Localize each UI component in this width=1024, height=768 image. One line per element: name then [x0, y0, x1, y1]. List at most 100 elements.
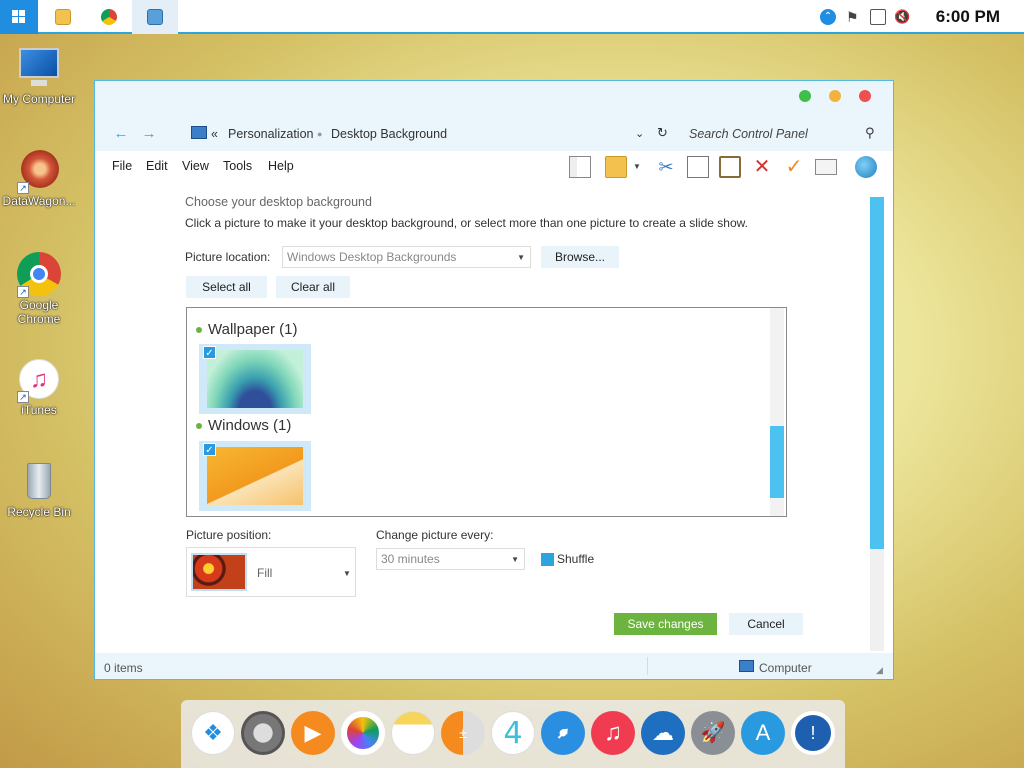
content-area: Choose your desktop background Click a p…	[95, 181, 893, 653]
clear-all-button[interactable]: Clear all	[276, 276, 350, 298]
settings-gear-icon[interactable]	[241, 711, 285, 755]
desktop-icon-itunes[interactable]: ♫ ↗ iTunes	[0, 357, 79, 417]
scrollbar-thumb[interactable]	[770, 426, 784, 498]
delete-icon[interactable]: ✕	[751, 156, 773, 178]
forward-arrow-icon[interactable]: →	[139, 124, 159, 144]
checkmark-icon[interactable]: ✓	[783, 156, 805, 178]
change-picture-select[interactable]: 30 minutes ▼	[376, 548, 525, 570]
control-panel-icon	[147, 9, 163, 25]
save-changes-button[interactable]: Save changes	[614, 613, 717, 635]
shortcut-arrow-icon: ↗	[17, 286, 29, 298]
wallpaper-thumbnail[interactable]: ✓	[199, 344, 311, 414]
clock[interactable]: 6:00 PM	[936, 7, 1000, 27]
desktop-icon-google-chrome[interactable]: ↗ Google Chrome	[0, 252, 79, 326]
group-title-windows[interactable]: Windows (1)	[208, 417, 291, 434]
cut-icon[interactable]: ✂	[655, 156, 677, 178]
volume-muted-icon[interactable]: 🔇	[894, 9, 910, 25]
chevron-down-icon: ▼	[343, 569, 351, 578]
menu-file[interactable]: File	[112, 159, 132, 173]
taskbar-chrome[interactable]	[86, 0, 132, 34]
shuffle-checkbox[interactable]	[541, 553, 554, 566]
address-bar: ← → « Personalization ● Desktop Backgrou…	[105, 121, 885, 147]
back-arrow-icon[interactable]: ←	[111, 124, 131, 144]
1password-icon[interactable]: !	[791, 711, 835, 755]
status-location: Computer	[759, 661, 812, 675]
desktop-icon-label: Google Chrome	[17, 298, 61, 326]
flower-preview-image	[191, 553, 247, 591]
taskbar: ⌃ ⚑ 🔇 6:00 PM	[0, 0, 1024, 34]
taskbar-control-panel[interactable]	[132, 0, 178, 34]
photos-icon[interactable]	[341, 711, 385, 755]
cancel-button[interactable]: Cancel	[729, 613, 803, 635]
globe-icon[interactable]	[855, 156, 877, 178]
dropdown-arrow-icon[interactable]: ▼	[633, 156, 643, 178]
notes-icon[interactable]	[391, 711, 435, 755]
checkbox-checked-icon[interactable]: ✓	[203, 443, 216, 456]
desktop-icon-label: iTunes	[21, 403, 57, 417]
desktop-icon-label: My Computer	[2, 92, 76, 106]
select-all-button[interactable]: Select all	[186, 276, 267, 298]
shuffle-label[interactable]: Shuffle	[557, 552, 594, 566]
picture-position-select[interactable]: Fill ▼	[186, 547, 356, 597]
flag-icon[interactable]: ⚑	[846, 9, 862, 25]
computer-icon	[739, 660, 754, 672]
vertical-scrollbar[interactable]	[870, 197, 884, 651]
paste-icon[interactable]	[719, 156, 741, 178]
search-icon[interactable]: ⚲	[865, 125, 875, 141]
group-bullet-icon	[196, 327, 202, 333]
search-input[interactable]: Search Control Panel	[689, 127, 808, 141]
media-player-icon[interactable]: ▶	[291, 711, 335, 755]
music-icon[interactable]: ♫	[591, 711, 635, 755]
launchpad-rocket-icon[interactable]: 🚀	[691, 711, 735, 755]
properties-icon[interactable]	[815, 159, 837, 175]
app-4-icon[interactable]: 4	[491, 711, 535, 755]
desktop-icon-recycle-bin[interactable]: Recycle Bin	[0, 459, 79, 519]
folder-options-icon[interactable]	[605, 156, 627, 178]
network-icon[interactable]	[870, 9, 886, 25]
shortcut-arrow-icon: ↗	[17, 391, 29, 403]
recycle-bin-icon	[17, 459, 61, 503]
change-picture-label: Change picture every:	[376, 528, 494, 542]
scrollbar-thumb[interactable]	[870, 197, 884, 549]
refresh-icon[interactable]: ↻	[657, 125, 668, 141]
menu-tools[interactable]: Tools	[223, 159, 252, 173]
onedrive-cloud-icon[interactable]: ☁	[641, 711, 685, 755]
menu-help[interactable]: Help	[268, 159, 294, 173]
breadcrumb-item-personalization[interactable]: Personalization	[228, 127, 313, 141]
taskbar-file-explorer[interactable]	[40, 0, 86, 34]
breadcrumb-item-desktop-background[interactable]: Desktop Background	[331, 127, 447, 141]
maximize-button[interactable]	[799, 90, 811, 102]
browse-button[interactable]: Browse...	[541, 246, 619, 268]
copy-icon[interactable]	[687, 156, 709, 178]
minimize-button[interactable]	[829, 90, 841, 102]
picture-location-value: Windows Desktop Backgrounds	[287, 250, 457, 264]
menu-edit[interactable]: Edit	[146, 159, 168, 173]
desktop-icon-my-computer[interactable]: My Computer	[0, 46, 79, 106]
close-button[interactable]	[859, 90, 871, 102]
safari-compass-icon[interactable]: ➚	[541, 711, 585, 755]
picture-location-select[interactable]: Windows Desktop Backgrounds ▼	[282, 246, 531, 268]
calculator-icon[interactable]: ±	[441, 711, 485, 755]
group-bullet-icon	[196, 423, 202, 429]
breadcrumb-prefix[interactable]: «	[211, 127, 218, 141]
layout-pane-icon[interactable]	[569, 156, 591, 178]
dock: ❖ ▶ ± 4 ➚ ♫ ☁ 🚀 A !	[181, 700, 845, 768]
desktop-icon-datawagon[interactable]: ↗ DataWagon...	[0, 148, 79, 208]
picture-position-label: Picture position:	[186, 528, 272, 542]
dropbox-icon[interactable]: ❖	[191, 711, 235, 755]
menu-view[interactable]: View	[182, 159, 209, 173]
resize-grip-icon[interactable]: ◢	[876, 665, 883, 676]
picture-list-scrollbar[interactable]	[770, 308, 784, 516]
checkbox-checked-icon[interactable]: ✓	[203, 346, 216, 359]
start-button[interactable]	[0, 0, 38, 34]
status-bar: 0 items Computer ◢	[95, 653, 893, 679]
windows-logo-icon	[12, 10, 26, 24]
show-hidden-icons-icon[interactable]: ⌃	[820, 9, 836, 25]
datawagon-icon: ↗	[17, 148, 61, 194]
app-store-icon[interactable]: A	[741, 711, 785, 755]
group-title-wallpaper[interactable]: Wallpaper (1)	[208, 321, 297, 338]
windows-thumbnail[interactable]: ✓	[199, 441, 311, 511]
history-dropdown-icon[interactable]: ⌄	[635, 127, 644, 140]
windows-image	[207, 447, 303, 505]
desktop-icon-label: DataWagon...	[2, 194, 76, 208]
